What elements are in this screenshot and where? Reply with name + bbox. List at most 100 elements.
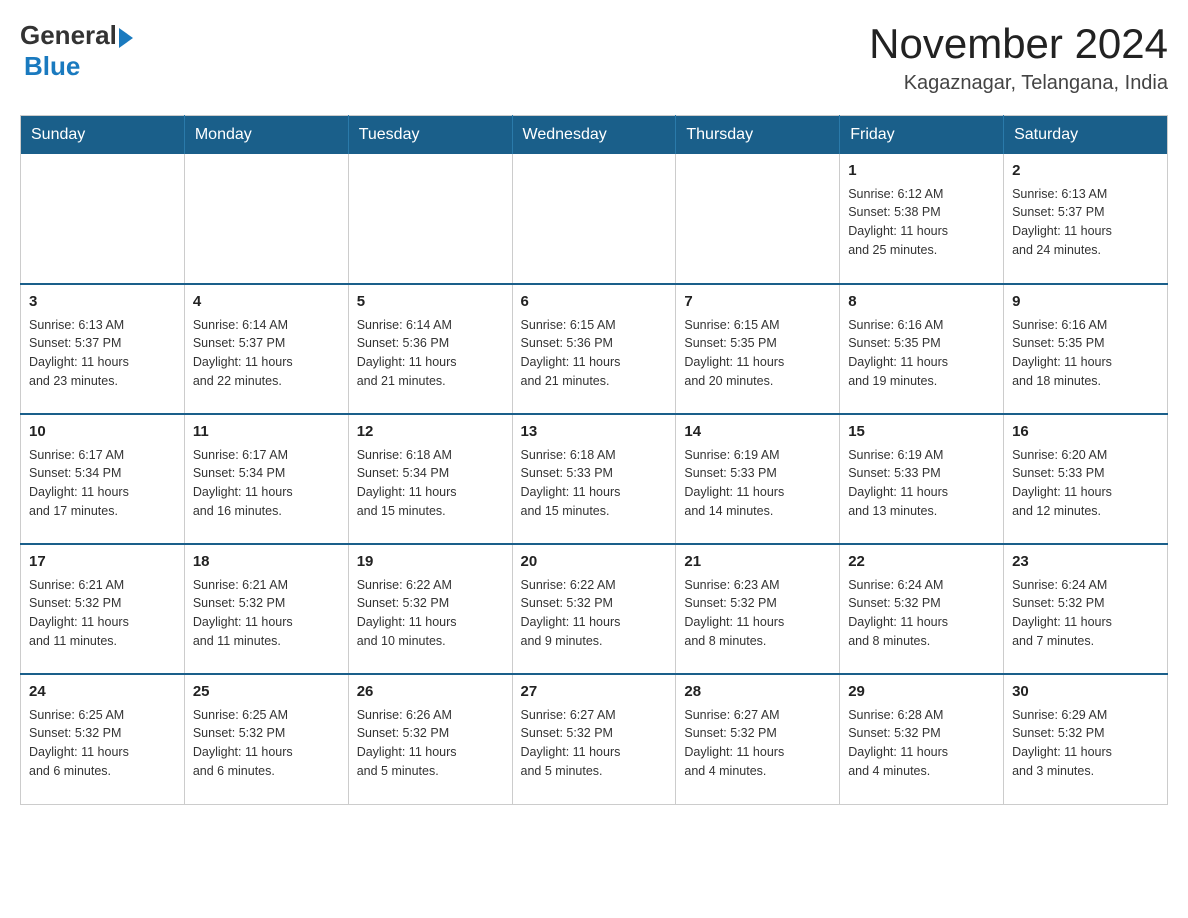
logo-blue-text: Blue (24, 51, 80, 82)
day-number: 28 (684, 681, 831, 704)
day-info: and 8 minutes. (684, 632, 831, 651)
day-info: Sunrise: 6:22 AM (521, 576, 668, 595)
calendar-cell (184, 154, 348, 284)
day-info: Daylight: 11 hours (521, 613, 668, 632)
day-info: Sunset: 5:32 PM (357, 594, 504, 613)
day-info: Sunset: 5:32 PM (29, 724, 176, 743)
calendar-cell: 12Sunrise: 6:18 AMSunset: 5:34 PMDayligh… (348, 414, 512, 544)
calendar-header-friday: Friday (840, 116, 1004, 155)
day-info: and 8 minutes. (848, 632, 995, 651)
day-number: 3 (29, 291, 176, 314)
day-info: Sunrise: 6:15 AM (521, 316, 668, 335)
day-info: and 9 minutes. (521, 632, 668, 651)
calendar-cell: 2Sunrise: 6:13 AMSunset: 5:37 PMDaylight… (1004, 154, 1168, 284)
day-number: 12 (357, 421, 504, 444)
day-info: Sunrise: 6:24 AM (1012, 576, 1159, 595)
calendar-cell: 19Sunrise: 6:22 AMSunset: 5:32 PMDayligh… (348, 544, 512, 674)
day-info: Sunset: 5:33 PM (521, 464, 668, 483)
day-number: 16 (1012, 421, 1159, 444)
day-info: Sunset: 5:32 PM (193, 724, 340, 743)
calendar-table: SundayMondayTuesdayWednesdayThursdayFrid… (20, 115, 1168, 805)
day-info: and 23 minutes. (29, 372, 176, 391)
day-number: 6 (521, 291, 668, 314)
calendar-header-sunday: Sunday (21, 116, 185, 155)
calendar-cell: 22Sunrise: 6:24 AMSunset: 5:32 PMDayligh… (840, 544, 1004, 674)
day-info: Sunset: 5:33 PM (848, 464, 995, 483)
calendar-cell: 21Sunrise: 6:23 AMSunset: 5:32 PMDayligh… (676, 544, 840, 674)
day-number: 20 (521, 551, 668, 574)
calendar-cell: 13Sunrise: 6:18 AMSunset: 5:33 PMDayligh… (512, 414, 676, 544)
day-info: Sunrise: 6:25 AM (193, 706, 340, 725)
day-number: 7 (684, 291, 831, 314)
day-info: and 21 minutes. (521, 372, 668, 391)
day-info: Sunset: 5:36 PM (521, 334, 668, 353)
day-info: Sunrise: 6:18 AM (521, 446, 668, 465)
day-number: 11 (193, 421, 340, 444)
day-info: Daylight: 11 hours (521, 483, 668, 502)
day-number: 14 (684, 421, 831, 444)
calendar-header-saturday: Saturday (1004, 116, 1168, 155)
day-info: Daylight: 11 hours (357, 353, 504, 372)
calendar-cell: 3Sunrise: 6:13 AMSunset: 5:37 PMDaylight… (21, 284, 185, 414)
day-info: and 20 minutes. (684, 372, 831, 391)
calendar-cell: 16Sunrise: 6:20 AMSunset: 5:33 PMDayligh… (1004, 414, 1168, 544)
day-info: Daylight: 11 hours (29, 613, 176, 632)
day-number: 4 (193, 291, 340, 314)
day-info: Sunset: 5:35 PM (848, 334, 995, 353)
day-info: Sunset: 5:32 PM (193, 594, 340, 613)
calendar-cell: 11Sunrise: 6:17 AMSunset: 5:34 PMDayligh… (184, 414, 348, 544)
day-info: Daylight: 11 hours (1012, 743, 1159, 762)
day-number: 24 (29, 681, 176, 704)
day-number: 5 (357, 291, 504, 314)
day-info: Daylight: 11 hours (848, 483, 995, 502)
day-info: Sunrise: 6:25 AM (29, 706, 176, 725)
day-info: Daylight: 11 hours (1012, 613, 1159, 632)
day-number: 1 (848, 160, 995, 183)
day-number: 26 (357, 681, 504, 704)
day-info: and 15 minutes. (521, 502, 668, 521)
calendar-cell: 30Sunrise: 6:29 AMSunset: 5:32 PMDayligh… (1004, 674, 1168, 804)
day-info: Daylight: 11 hours (848, 222, 995, 241)
day-info: Daylight: 11 hours (1012, 222, 1159, 241)
calendar-cell: 23Sunrise: 6:24 AMSunset: 5:32 PMDayligh… (1004, 544, 1168, 674)
title-section: November 2024 Kagaznagar, Telangana, Ind… (869, 20, 1168, 95)
calendar-cell: 4Sunrise: 6:14 AMSunset: 5:37 PMDaylight… (184, 284, 348, 414)
day-info: Sunset: 5:37 PM (1012, 203, 1159, 222)
calendar-week-row: 1Sunrise: 6:12 AMSunset: 5:38 PMDaylight… (21, 154, 1168, 284)
day-info: Daylight: 11 hours (684, 483, 831, 502)
calendar-week-row: 10Sunrise: 6:17 AMSunset: 5:34 PMDayligh… (21, 414, 1168, 544)
day-number: 19 (357, 551, 504, 574)
day-info: Daylight: 11 hours (357, 483, 504, 502)
day-info: Sunrise: 6:17 AM (193, 446, 340, 465)
calendar-cell: 6Sunrise: 6:15 AMSunset: 5:36 PMDaylight… (512, 284, 676, 414)
calendar-cell: 29Sunrise: 6:28 AMSunset: 5:32 PMDayligh… (840, 674, 1004, 804)
day-info: and 5 minutes. (521, 762, 668, 781)
day-info: Daylight: 11 hours (357, 613, 504, 632)
day-info: and 3 minutes. (1012, 762, 1159, 781)
day-info: Daylight: 11 hours (29, 353, 176, 372)
month-title: November 2024 (869, 20, 1168, 68)
day-info: and 16 minutes. (193, 502, 340, 521)
day-info: and 15 minutes. (357, 502, 504, 521)
day-info: and 11 minutes. (29, 632, 176, 651)
day-info: Sunrise: 6:21 AM (29, 576, 176, 595)
day-info: Sunrise: 6:27 AM (521, 706, 668, 725)
day-info: Sunrise: 6:19 AM (848, 446, 995, 465)
day-info: Sunrise: 6:26 AM (357, 706, 504, 725)
calendar-header-thursday: Thursday (676, 116, 840, 155)
day-number: 25 (193, 681, 340, 704)
day-info: Sunrise: 6:27 AM (684, 706, 831, 725)
day-number: 18 (193, 551, 340, 574)
calendar-week-row: 3Sunrise: 6:13 AMSunset: 5:37 PMDaylight… (21, 284, 1168, 414)
day-info: Daylight: 11 hours (848, 613, 995, 632)
day-info: and 24 minutes. (1012, 241, 1159, 260)
calendar-cell: 8Sunrise: 6:16 AMSunset: 5:35 PMDaylight… (840, 284, 1004, 414)
day-info: Sunset: 5:32 PM (357, 724, 504, 743)
day-info: and 10 minutes. (357, 632, 504, 651)
calendar-cell: 9Sunrise: 6:16 AMSunset: 5:35 PMDaylight… (1004, 284, 1168, 414)
day-info: Sunrise: 6:29 AM (1012, 706, 1159, 725)
calendar-week-row: 17Sunrise: 6:21 AMSunset: 5:32 PMDayligh… (21, 544, 1168, 674)
calendar-cell: 27Sunrise: 6:27 AMSunset: 5:32 PMDayligh… (512, 674, 676, 804)
day-info: Sunset: 5:34 PM (29, 464, 176, 483)
day-info: Sunset: 5:34 PM (357, 464, 504, 483)
